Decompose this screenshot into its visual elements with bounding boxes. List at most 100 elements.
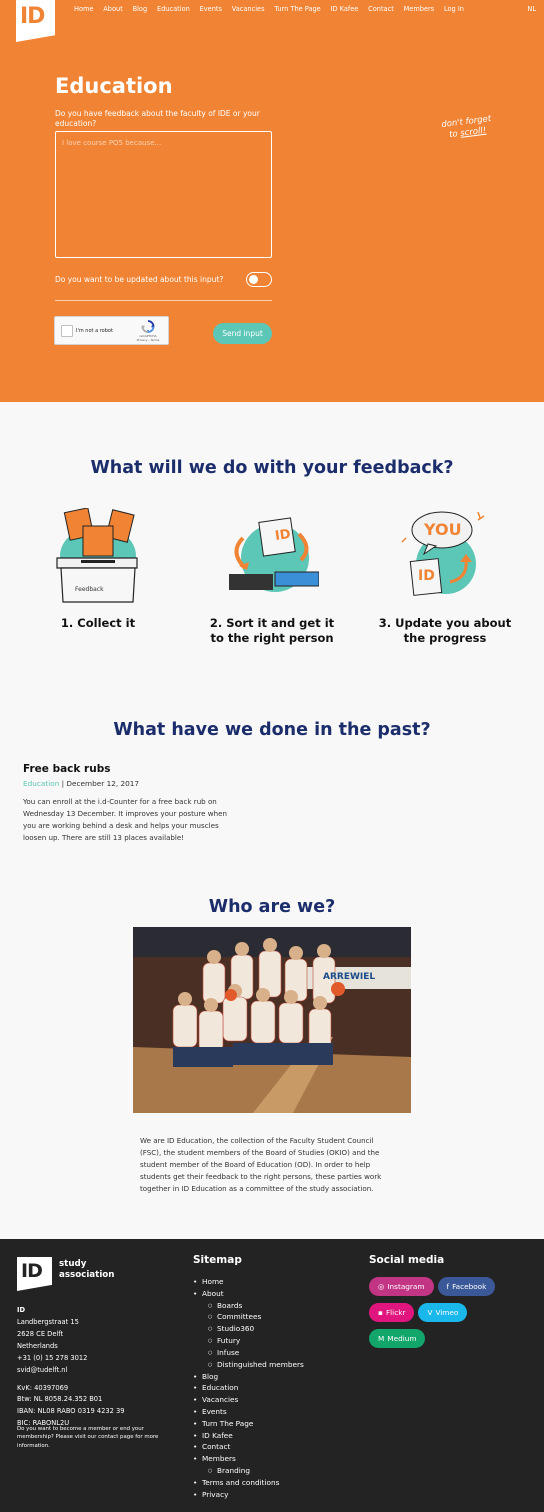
membership-note: Do you want to become a member or end yo…	[17, 1426, 159, 1449]
past-title: What have we done in the past?	[113, 720, 431, 740]
legal-line: Btw: NL 8058.24.352 B01	[17, 1395, 103, 1404]
footer-brand-line-2: association	[59, 1269, 115, 1280]
email-link[interactable]: svid@tudelft.nl	[17, 1365, 125, 1377]
sitemap-link[interactable]: Blog	[193, 1371, 304, 1383]
social-label: Instagram	[387, 1282, 425, 1291]
vimeo-icon: V	[427, 1308, 433, 1317]
phone-number: +31 (0) 15 278 3012	[17, 1353, 88, 1362]
flickr-icon: ▪	[378, 1308, 383, 1317]
post-title[interactable]: Free back rubs	[23, 763, 110, 775]
address-line: 2628 CE Delft	[17, 1329, 64, 1338]
social-title: Social media	[369, 1254, 445, 1266]
sitemap-link[interactable]: Members	[193, 1453, 304, 1465]
sitemap-link[interactable]: Futury	[193, 1335, 304, 1347]
footer-logo[interactable]: ID	[17, 1257, 52, 1291]
language-switch[interactable]: NL	[527, 5, 536, 13]
update-question: Do you want to be updated about this inp…	[55, 275, 224, 284]
step-update: YOU ID 3. Update you about the progress	[375, 508, 515, 646]
sort-cards-icon	[229, 517, 320, 592]
nav-item-contact[interactable]: Contact	[368, 5, 394, 13]
post-meta: Education | December 12, 2017	[23, 779, 139, 788]
box-label: Feedback	[75, 586, 104, 593]
sitemap-link[interactable]: Boards	[193, 1300, 304, 1312]
page-title: Education	[55, 74, 173, 98]
captcha-label: I'm not a robot	[76, 328, 113, 334]
scroll-hint-scroll: scroll!	[459, 125, 487, 139]
sitemap-link[interactable]: Education	[193, 1382, 304, 1394]
update-toggle[interactable]	[246, 272, 272, 287]
instagram-button[interactable]: ◎ Instagram	[369, 1277, 434, 1296]
post-category-link[interactable]: Education	[23, 779, 59, 788]
sitemap-link[interactable]: Studio360	[193, 1323, 304, 1335]
sort-illustration: ID	[225, 508, 320, 604]
scroll-hint: don't forget to scroll!	[431, 113, 503, 143]
team-photo: ARREWIEL	[133, 927, 411, 1113]
nav-item-members[interactable]: Members	[404, 5, 435, 13]
medium-icon: M	[378, 1334, 385, 1343]
update-illustration: YOU ID	[398, 508, 492, 604]
address-line: Landbergstraat 15	[17, 1317, 79, 1326]
sitemap-link[interactable]: Branding	[193, 1465, 304, 1477]
captcha-checkbox[interactable]	[61, 325, 73, 337]
nav-item-about[interactable]: About	[103, 5, 123, 13]
site-logo[interactable]: ID	[16, 0, 55, 42]
step-collect: Feedback 1. Collect it	[28, 507, 168, 631]
sitemap-link[interactable]: ID Kafee	[193, 1430, 304, 1442]
footer-logo-text: ID	[21, 1260, 43, 1282]
social-label: Medium	[387, 1334, 417, 1343]
site-footer: ID study association ID Landbergstraat 1…	[0, 1239, 544, 1512]
photo-sign-text: ARREWIEL	[323, 972, 376, 982]
sitemap-link[interactable]: Home	[193, 1276, 304, 1288]
footer-brand: study association	[59, 1259, 114, 1281]
flickr-button[interactable]: ▪ Flickr	[369, 1303, 415, 1322]
nav-item-log-in[interactable]: Log In	[444, 5, 464, 13]
sitemap-link[interactable]: Vacancies	[193, 1394, 304, 1406]
nav-item-education[interactable]: Education	[157, 5, 190, 13]
post-date: | December 12, 2017	[59, 779, 140, 788]
bubble-you-text: YOU	[424, 520, 462, 539]
nav-item-home[interactable]: Home	[74, 5, 93, 13]
logo-text: ID	[20, 4, 45, 29]
nav-item-vacancies[interactable]: Vacancies	[232, 5, 265, 13]
legal-line: KvK: 40397069	[17, 1383, 69, 1392]
recaptcha-links[interactable]: Privacy - Terms	[133, 338, 163, 342]
footer-org: ID	[17, 1306, 26, 1314]
sitemap-list: HomeAboutBoardsCommitteesStudio360Futury…	[193, 1276, 304, 1500]
sitemap-link[interactable]: Infuse	[193, 1347, 304, 1359]
sitemap-link[interactable]: Terms and conditions	[193, 1477, 304, 1489]
step-caption-update: 3. Update you about the progress	[378, 616, 512, 645]
vimeo-button[interactable]: V Vimeo	[418, 1303, 468, 1322]
instagram-icon: ◎	[378, 1282, 385, 1291]
about-text: We are ID Education, the collection of t…	[140, 1136, 382, 1193]
main-nav: Home About Blog Education Events Vacanci…	[74, 5, 474, 13]
feedback-question: Do you have feedback about the faculty o…	[55, 109, 260, 128]
feedback-input[interactable]	[55, 131, 272, 258]
medium-button[interactable]: M Medium	[369, 1329, 426, 1348]
social-links: ◎ Instagram f Facebook ▪ Flickr V Vimeo M Medium	[369, 1277, 509, 1355]
scroll-hint-to: to	[448, 128, 459, 140]
card-id-text-2: ID	[418, 568, 435, 584]
send-input-button[interactable]: Send input	[213, 323, 272, 344]
sitemap-link[interactable]: Contact	[193, 1441, 304, 1453]
who-title: Who are we?	[208, 897, 336, 917]
footer-address: ID Landbergstraat 15 2628 CE Delft Nethe…	[17, 1305, 125, 1430]
nav-item-id-kafee[interactable]: ID Kafee	[331, 5, 359, 13]
recaptcha-logo: reCAPTCHA Privacy - Terms	[133, 320, 163, 342]
sitemap-link[interactable]: About	[193, 1288, 304, 1300]
sitemap-link[interactable]: Distinguished members	[193, 1359, 304, 1371]
sitemap-link[interactable]: Events	[193, 1406, 304, 1418]
sitemap-link[interactable]: Turn The Page	[193, 1418, 304, 1430]
form-divider	[55, 300, 272, 301]
sitemap-link[interactable]: Committees	[193, 1311, 304, 1323]
facebook-icon: f	[446, 1282, 450, 1291]
step-sort: ID 2. Sort it and get it to the right pe…	[202, 508, 342, 646]
nav-item-turn-the-page[interactable]: Turn The Page	[274, 5, 320, 13]
recaptcha-icon	[141, 320, 155, 333]
nav-item-events[interactable]: Events	[200, 5, 222, 13]
sitemap-link[interactable]: Privacy	[193, 1489, 304, 1501]
recaptcha-widget: I'm not a robot reCAPTCHA Privacy - Term…	[54, 316, 169, 345]
nav-item-blog[interactable]: Blog	[133, 5, 148, 13]
step-caption-collect: 1. Collect it	[60, 616, 136, 630]
social-label: Vimeo	[435, 1308, 459, 1317]
facebook-button[interactable]: f Facebook	[437, 1277, 496, 1296]
